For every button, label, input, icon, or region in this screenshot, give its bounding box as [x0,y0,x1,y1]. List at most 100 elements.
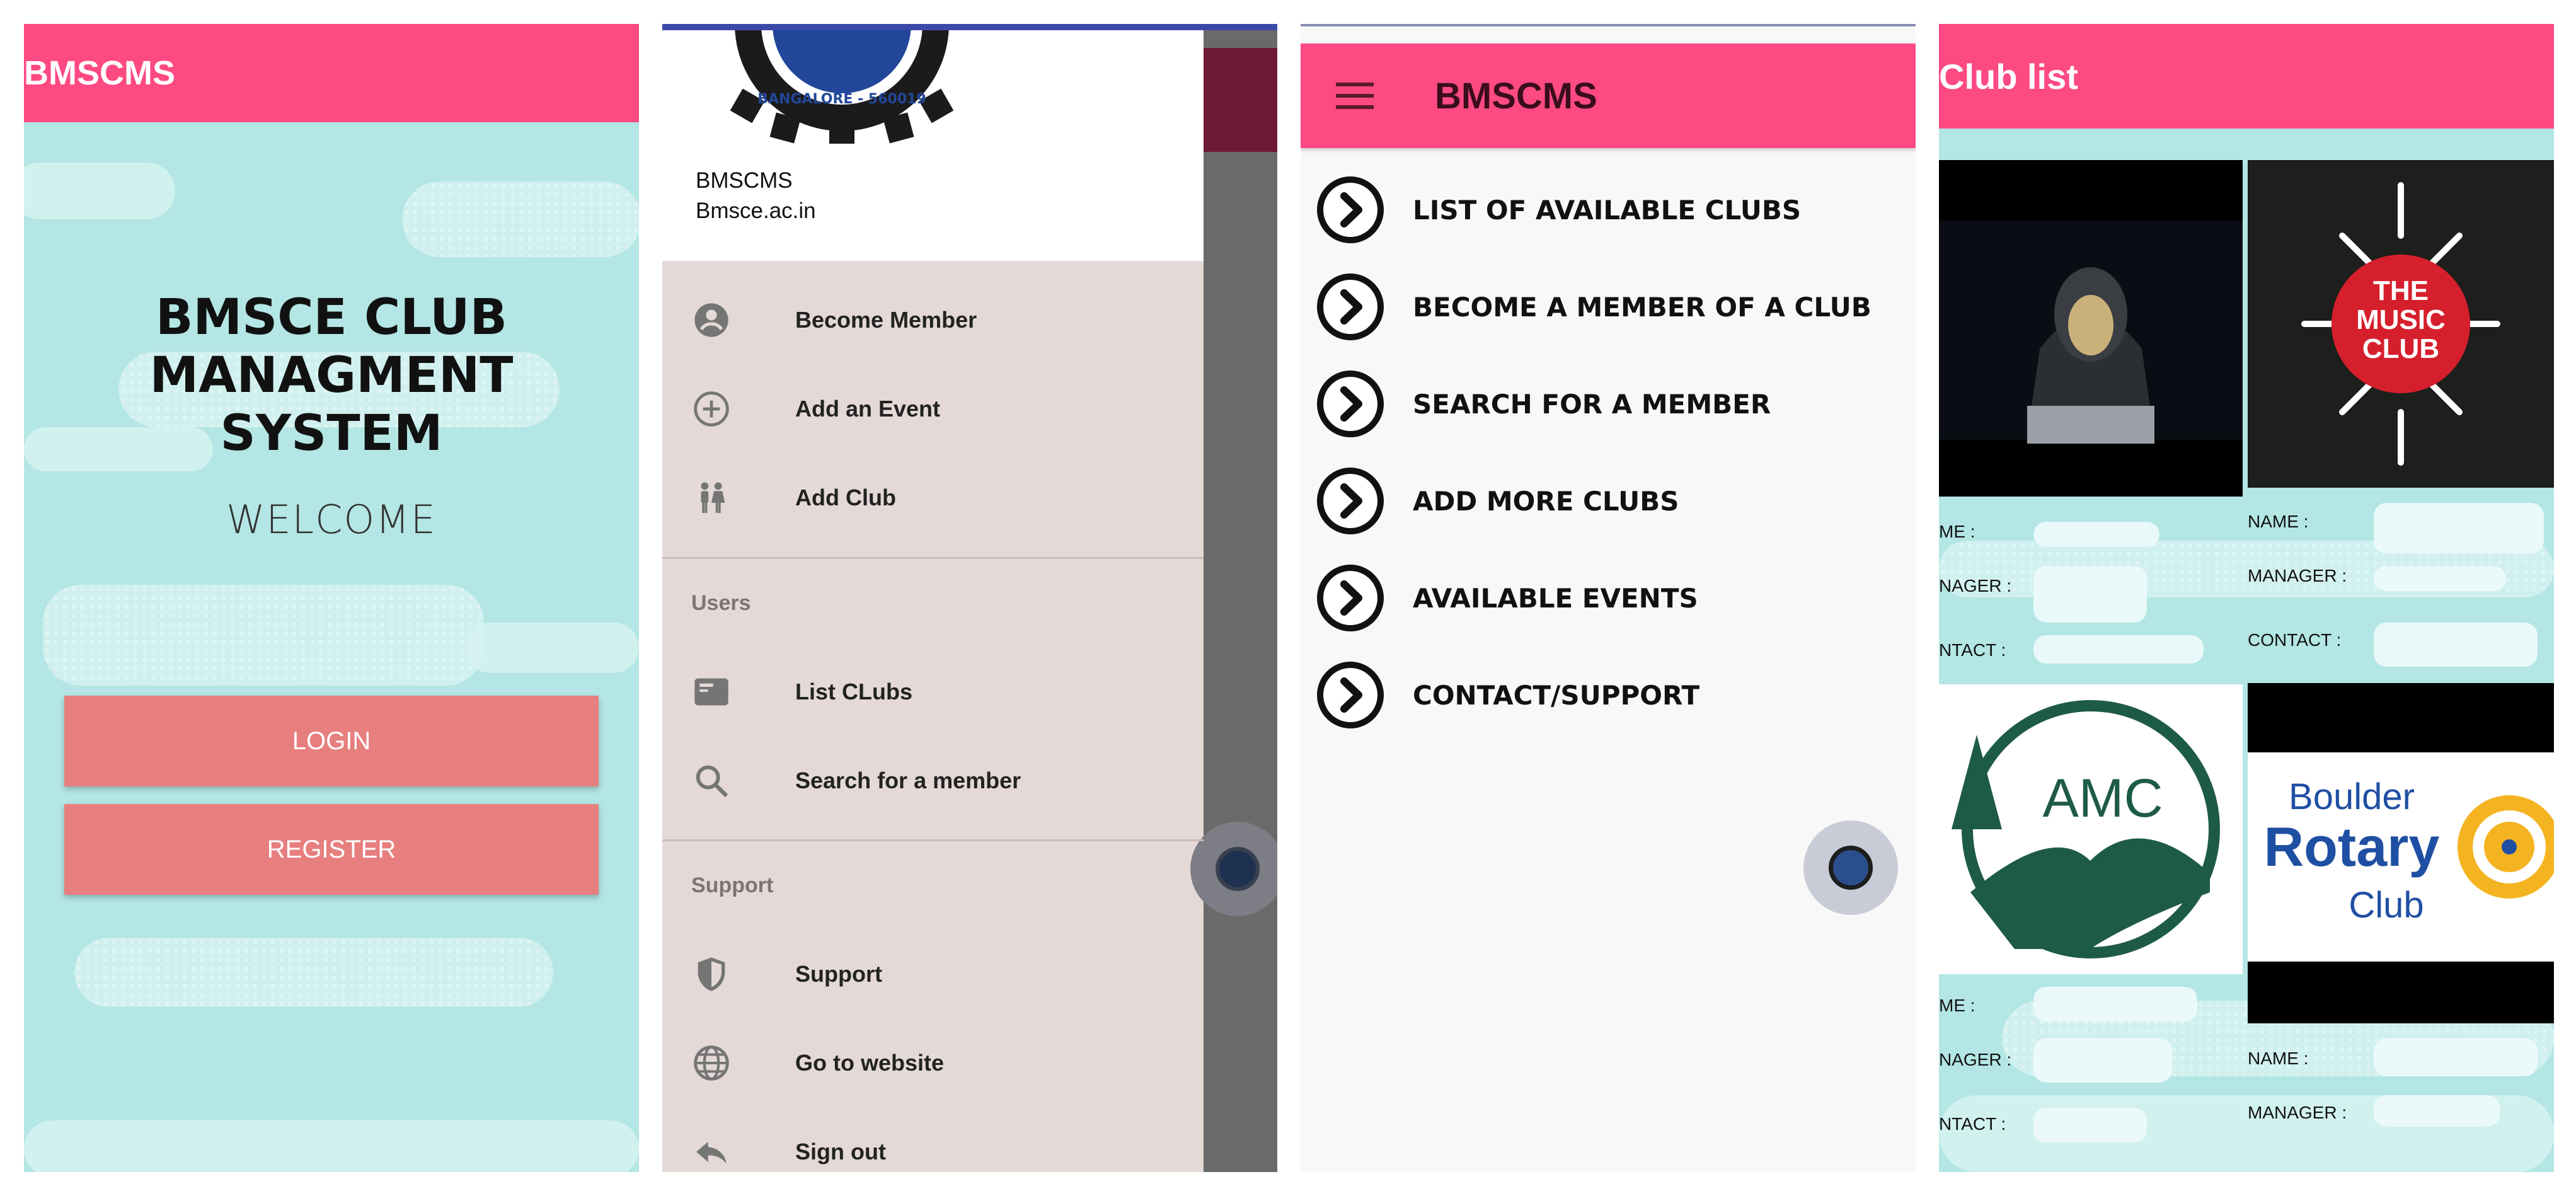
menu-item-events[interactable]: AVAILABLE EVENTS [1316,563,1698,633]
club-list-screen: Club list THE MUSIC CLUB ME : NAGER : NT… [1939,24,2554,1172]
right-manager-label: MANAGER : [2248,566,2347,585]
drawer-item-label: Support [795,961,882,987]
left-manager-label: NAGER : [1939,576,2012,595]
redacted-value [2033,635,2204,664]
music-club-text-3: CLUB [2362,333,2439,364]
club-image-amc[interactable]: AMC [1939,684,2243,974]
globe-icon [694,1045,729,1081]
menu-item-contact[interactable]: CONTACT/SUPPORT [1316,660,1699,730]
app-bar: BMSCMS [24,24,639,122]
menu-item-label: SEARCH FOR A MEMBER [1413,388,1771,420]
music-club-text-2: MUSIC [2356,304,2446,335]
chevron-right-circle-icon [1317,468,1384,534]
left-contact-label: NTACT : [1939,1114,2006,1134]
hacker-picture [1939,221,2243,444]
rotary-banner: Boulder Rotary Club [2248,752,2554,962]
drawer-item-support[interactable]: Support [662,940,1204,1009]
rotary-logo: Boulder Rotary Club [2264,776,2554,926]
menu-item-label: CONTACT/SUPPORT [1413,679,1700,711]
amc-text: AMC [2042,768,2163,829]
hamburger-menu-icon[interactable] [1336,79,1374,113]
redacted-value [2374,1038,2538,1076]
page-title: BMSCE CLUB MANAGMENT SYSTEM [24,289,639,463]
drawer-header: BANGALORE - 560019 BMSCMS Bmsce.ac.in [662,24,1204,261]
home-menu-screen: BMSCMS LIST OF AVAILABLE CLUBS BECOME A … [1301,24,1916,1172]
login-button[interactable]: LOGIN [64,696,599,786]
menu-item-list-clubs[interactable]: LIST OF AVAILABLE CLUBS [1316,175,1801,244]
chevron-right-circle-icon [1317,371,1384,437]
drawer-item-add-event[interactable]: Add an Event [662,374,1204,444]
app-bar: Club list [1939,24,2554,129]
left-name-label: ME : [1939,522,1975,541]
drawer-item-label: Add an Event [795,396,941,422]
app-title: BMSCMS [1435,75,1597,117]
status-line [662,24,1277,30]
add-circle-icon [694,391,729,427]
status-line [1301,24,1916,26]
drawer-app-name: BMSCMS [696,168,793,193]
drawer-item-sign-out[interactable]: Sign out [662,1117,1204,1172]
floating-logo-button[interactable] [1803,820,1898,915]
app-bar: BMSCMS [1301,43,1916,148]
chevron-right-circle-icon [1317,176,1384,243]
club-image-hacker[interactable] [1939,160,2243,497]
drawer-website: Bmsce.ac.in [696,198,816,223]
right-name-label: NAME : [2248,512,2309,531]
drawer-item-label: List CLubs [795,679,912,704]
music-club-text-1: THE [2373,275,2429,306]
account-circle-icon [694,303,728,337]
club-image-rotary[interactable]: Boulder Rotary Club [2248,683,2554,1023]
drawer-item-label: Add Club [795,485,896,510]
redacted-value [2033,522,2159,547]
amc-logo: AMC [1952,700,2220,958]
floating-logo-button[interactable] [1190,822,1277,916]
left-name-label: ME : [1939,996,1975,1015]
menu-item-label: BECOME A MEMBER OF A CLUB [1413,291,1872,323]
menu-item-label: LIST OF AVAILABLE CLUBS [1413,194,1802,226]
left-contact-label: NTACT : [1939,640,2006,660]
title-line-2: SYSTEM [220,405,443,462]
redacted-value [2033,1038,2172,1083]
search-icon [696,765,728,798]
menu-item-label: AVAILABLE EVENTS [1413,582,1698,614]
nav-drawer-screen: BANGALORE - 560019 BMSCMS Bmsce.ac.in Be… [662,24,1277,1172]
rotary-text-3: Club [2349,885,2424,926]
redacted-value [2374,566,2506,591]
list-card-icon [694,678,728,706]
drawer-item-add-club[interactable]: Add Club [662,463,1204,532]
chevron-right-circle-icon [1317,565,1384,631]
drawer-item-label: Become Member [795,307,977,333]
drawer-item-become-member[interactable]: Become Member [662,285,1204,355]
college-logo: BANGALORE - 560019 [730,24,954,144]
chevron-right-circle-icon [1317,662,1384,728]
divider [662,557,1204,559]
redacted-value [2374,1095,2500,1127]
drawer-item-website[interactable]: Go to website [662,1028,1204,1098]
login-screen: BMSCMS BMSCE CLUB MANAGMENT SYSTEM WELCO… [24,24,639,1172]
drawer-item-label: Go to website [795,1050,945,1076]
music-club-logo: THE MUSIC CLUB [2301,182,2500,466]
menu-item-become-member[interactable]: BECOME A MEMBER OF A CLUB [1316,272,1872,342]
register-button[interactable]: REGISTER [64,804,599,895]
drawer-item-search-member[interactable]: Search for a member [662,746,1204,815]
club-image-music[interactable]: THE MUSIC CLUB [2248,160,2554,488]
welcome-text: WELCOME [226,497,437,543]
logo-caption: BANGALORE - 560019 [757,91,926,107]
menu-item-label: ADD MORE CLUBS [1413,485,1679,517]
menu-item-search-member[interactable]: SEARCH FOR A MEMBER [1316,369,1771,439]
redacted-value [2374,503,2544,553]
drawer-scrim[interactable] [1204,24,1277,1172]
left-manager-label: NAGER : [1939,1050,2012,1069]
shield-icon [698,957,725,991]
drawer-item-label: Sign out [795,1139,886,1164]
title-line-1: BMSCE CLUB MANAGMENT [149,289,514,404]
dimmed-app-bar [1204,48,1277,152]
reply-icon [696,1142,727,1164]
redacted-value [2033,987,2197,1021]
menu-item-add-clubs[interactable]: ADD MORE CLUBS [1316,466,1679,536]
section-support: Support [691,873,774,897]
redacted-value [2374,623,2538,667]
drawer-item-list-clubs[interactable]: List CLubs [662,657,1204,727]
page-title: Club list [1939,56,2078,96]
rotary-text-2: Rotary [2264,815,2440,878]
